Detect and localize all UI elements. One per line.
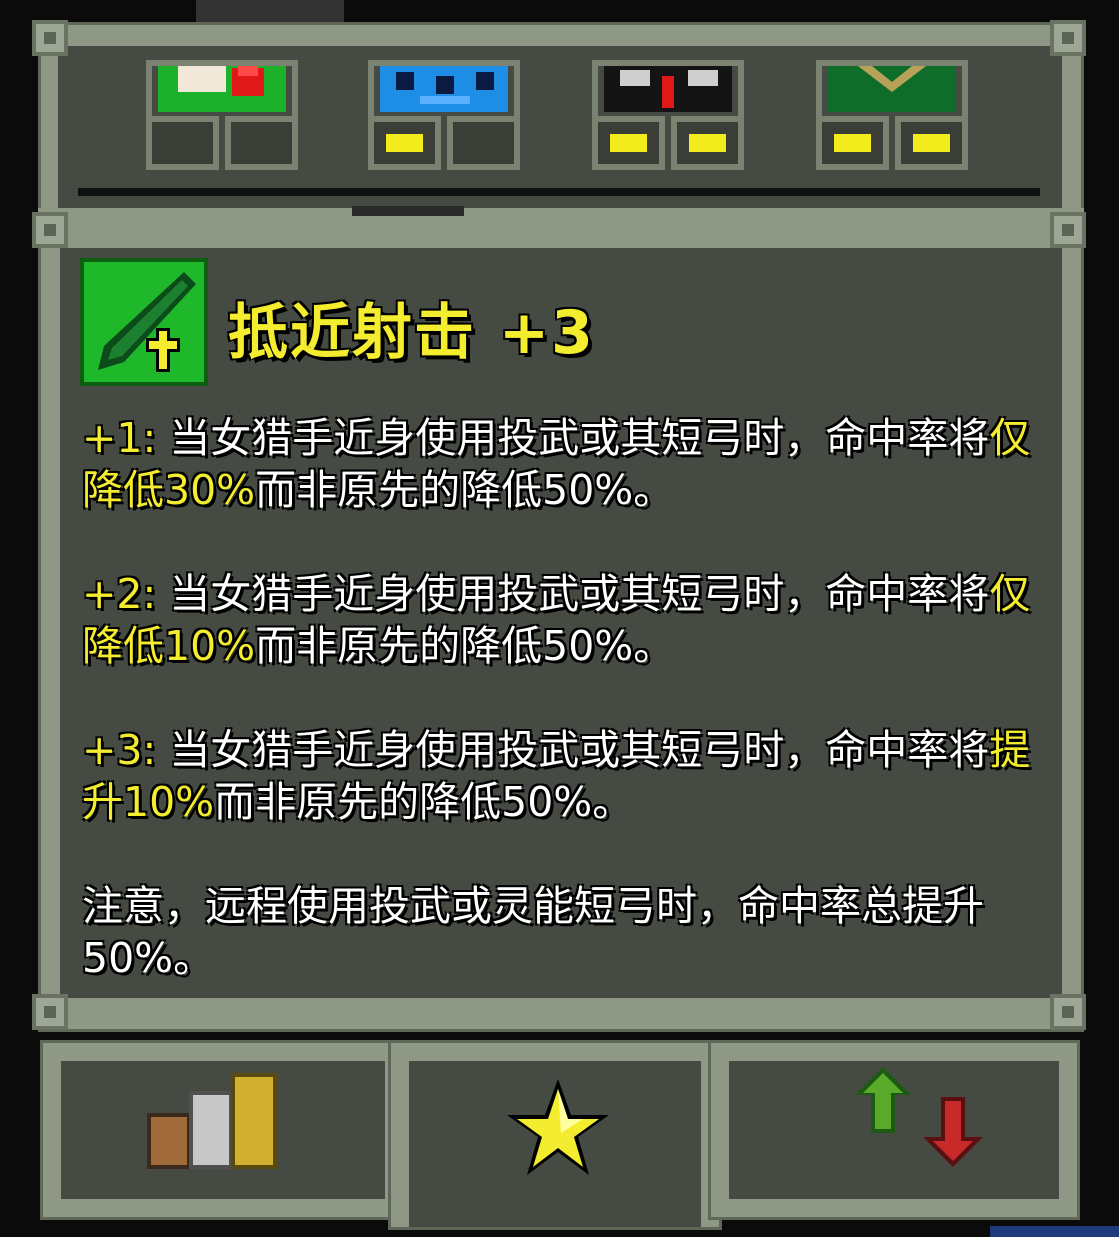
tab-stats[interactable] [40, 1040, 406, 1220]
tier-2-description: +2: 当女猎手近身使用投武或其短弓时，命中率将仅降低10%而非原先的降低50%… [82, 570, 1031, 670]
tab-talents[interactable] [388, 1040, 722, 1230]
tier-3-description: +3: 当女猎手近身使用投武或其短弓时，命中率将提升10%而非原先的降低50%。 [82, 726, 1031, 826]
hero-slot-mage[interactable] [368, 60, 520, 170]
star-icon [507, 1079, 609, 1175]
up-down-arrows-icon [855, 1067, 983, 1167]
tab-upgrades[interactable] [708, 1040, 1080, 1220]
hidden-label-fragment [352, 206, 464, 216]
frame-corner [1050, 212, 1086, 248]
mage-portrait-icon [380, 66, 508, 112]
upgrade-pip [225, 116, 298, 170]
upgrade-pip [592, 116, 665, 170]
upgrade-pip [816, 116, 889, 170]
stats-bars-icon [147, 1073, 277, 1169]
hero-slot-warrior[interactable] [146, 60, 298, 170]
talent-icon [80, 258, 208, 386]
upgrade-pip [447, 116, 520, 170]
frame-corner [32, 212, 68, 248]
upgrade-pip [368, 116, 441, 170]
tier-prefix: +3: [82, 726, 157, 774]
warrior-portrait-icon [158, 66, 286, 112]
tier-1-description: +1: 当女猎手近身使用投武或其短弓时，命中率将仅降低30%而非原先的降低50%… [82, 414, 1031, 514]
note-text: 注意，远程使用投武或灵能短弓时，命中率总提升50%。 [82, 882, 984, 982]
green-dagger-plus-icon [98, 272, 196, 372]
header-divider [78, 188, 1040, 196]
frame-corner [1050, 20, 1086, 56]
huntress-portrait-icon [828, 66, 956, 112]
frame-corner [32, 994, 68, 1030]
upgrade-pip [671, 116, 744, 170]
upgrade-pip [146, 116, 219, 170]
frame-corner [1050, 994, 1086, 1030]
hero-slot-rogue[interactable] [592, 60, 744, 170]
background-tile [990, 1226, 1119, 1237]
rogue-portrait-icon [604, 66, 732, 112]
tier-prefix: +1: [82, 414, 157, 462]
talent-title: 抵近射击 +3 [228, 298, 595, 368]
panel-divider [38, 208, 1084, 248]
upgrade-pip [895, 116, 968, 170]
hero-slot-huntress[interactable] [816, 60, 968, 170]
tier-prefix: +2: [82, 570, 157, 618]
frame-corner [32, 20, 68, 56]
